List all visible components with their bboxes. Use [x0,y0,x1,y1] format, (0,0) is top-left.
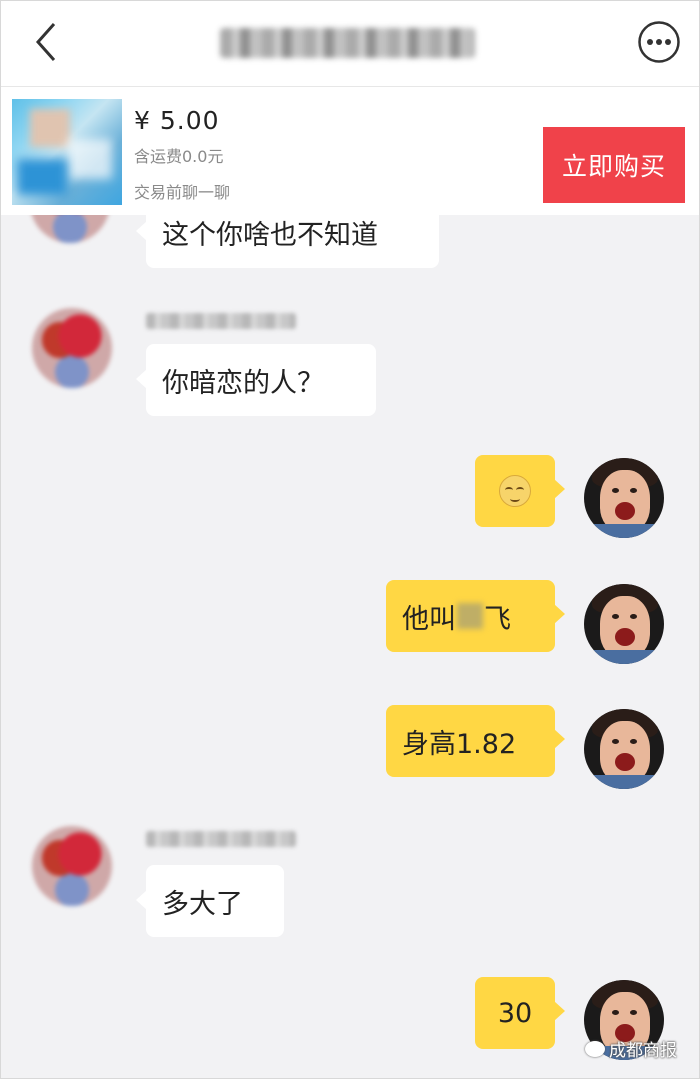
more-options-button[interactable] [637,20,681,64]
message-text-before: 他叫 [402,603,456,635]
wechat-icon [585,1040,605,1057]
message-text: 这个你啥也不知道 [162,219,378,251]
chevron-left-icon [35,23,56,61]
message-text: 身高1.82 [402,728,517,760]
watermark: 成都商报 [585,1036,677,1061]
message-bubble: 身高1.82 [386,705,565,777]
message-bubble: 他叫 飞 [386,580,565,652]
contact-name-blurred [220,28,475,58]
message-text: 30 [497,997,533,1029]
message-text: 你暗恋的人？ [162,367,324,399]
contact-avatar[interactable] [32,826,112,906]
contact-name-blurred [146,831,296,847]
message-bubble: 你暗恋的人？ [136,344,376,416]
watermark-text: 成都商报 [609,1041,677,1061]
buy-now-button[interactable]: 立即购买 [543,127,685,203]
message-text: 多大了 [162,888,243,920]
product-card[interactable]: ¥ 5.00 含运费0.0元 交易前聊一聊 立即购买 [0,87,700,215]
shipping-info: 含运费0.0元 [134,147,224,166]
chat-header [0,0,700,87]
chat-hint: 交易前聊一聊 [134,183,231,202]
message-bubble [475,455,565,527]
product-thumbnail[interactable] [12,99,122,205]
squinting-face-emoji-icon [499,475,531,507]
user-avatar[interactable] [584,458,664,538]
user-avatar[interactable] [584,709,664,789]
message-bubble: 多大了 [136,865,284,937]
redacted-character [457,603,483,629]
message-text-after: 飞 [484,603,511,635]
user-avatar[interactable] [584,584,664,664]
message-bubble: 30 [475,977,565,1049]
back-button[interactable] [28,20,68,64]
contact-name-blurred [146,313,296,329]
contact-avatar[interactable] [32,308,112,388]
more-dots-icon [638,21,680,63]
product-price: ¥ 5.00 [134,106,220,135]
